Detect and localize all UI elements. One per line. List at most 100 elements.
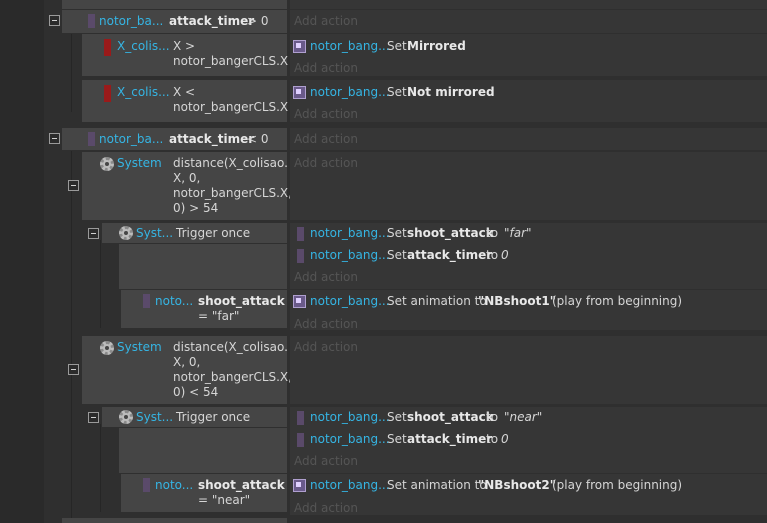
- add-action-link[interactable]: Add action: [294, 107, 358, 122]
- subevent-shoot-attack-far[interactable]: noto... shoot_attack = "far": [121, 290, 287, 328]
- condition-expression[interactable]: distance(X_colisao.: [173, 340, 288, 355]
- bottom-event-stub: [62, 518, 287, 523]
- condition-text[interactable]: Trigger once: [176, 226, 250, 241]
- action-text[interactable]: Set: [387, 432, 407, 447]
- condition-object[interactable]: Syst...: [136, 226, 173, 241]
- condition-expression[interactable]: X, 0,: [173, 171, 200, 186]
- add-action-link[interactable]: Add action: [294, 317, 358, 332]
- action-text[interactable]: Set: [387, 410, 407, 425]
- action-text[interactable]: Set: [387, 226, 407, 241]
- condition-variable[interactable]: attack_timer: [169, 132, 254, 147]
- action-value[interactable]: Mirrored: [407, 39, 466, 54]
- subevent-trigger-once[interactable]: Syst... Trigger once: [102, 223, 287, 243]
- action-object[interactable]: notor_bang...: [310, 478, 390, 493]
- event-attack-timer-lt-0[interactable]: notor_ba... attack_timer < 0: [62, 128, 287, 150]
- action-text[interactable]: Set animation to: [387, 478, 487, 493]
- action-object[interactable]: notor_bang...: [310, 85, 390, 100]
- action-text[interactable]: Set animation to: [387, 294, 487, 309]
- action-text[interactable]: (play from beginning): [552, 294, 682, 309]
- condition-object[interactable]: noto...: [155, 294, 193, 309]
- condition-object[interactable]: notor_ba...: [99, 14, 163, 29]
- condition-expression[interactable]: X <: [173, 85, 195, 100]
- add-action-link[interactable]: Add action: [294, 340, 358, 355]
- action-object[interactable]: notor_bang...: [310, 294, 390, 309]
- action-variable[interactable]: attack_timer: [407, 248, 492, 263]
- action-value[interactable]: "NBshoot1": [478, 294, 556, 309]
- action-object[interactable]: notor_bang...: [310, 248, 390, 263]
- condition-object[interactable]: noto...: [155, 478, 193, 493]
- condition-value[interactable]: = "far": [198, 309, 239, 324]
- action-text[interactable]: Set: [387, 39, 407, 54]
- action-object[interactable]: notor_bang...: [310, 226, 390, 241]
- condition-expression[interactable]: X, 0,: [173, 355, 200, 370]
- condition-value[interactable]: = "near": [198, 493, 250, 508]
- add-action-link[interactable]: Add action: [294, 132, 358, 147]
- action-text[interactable]: to: [486, 410, 498, 425]
- action-text[interactable]: (play from beginning): [552, 478, 682, 493]
- condition-expression[interactable]: 0) > 54: [173, 201, 218, 216]
- condition-expression[interactable]: notor_bangerCLS.X,: [173, 370, 292, 385]
- collapse-toggle-icon[interactable]: [49, 133, 60, 144]
- action-value[interactable]: "near": [504, 410, 542, 425]
- action-value[interactable]: "NBshoot2": [478, 478, 556, 493]
- add-action-link[interactable]: Add action: [294, 454, 358, 469]
- condition-expression[interactable]: notor_bangerCLS.X,: [173, 186, 292, 201]
- color-swatch: [297, 227, 304, 241]
- condition-object[interactable]: X_colis...: [117, 85, 170, 100]
- condition-variable[interactable]: attack_timer: [169, 14, 254, 29]
- color-swatch: [297, 433, 304, 447]
- condition-operator[interactable]: < 0: [247, 132, 269, 147]
- condition-object[interactable]: notor_ba...: [99, 132, 163, 147]
- subevent-actions: notor_bang... Set shoot_attack to "far" …: [290, 223, 767, 289]
- condition-variable[interactable]: shoot_attack: [198, 294, 285, 309]
- condition-text[interactable]: Trigger once: [176, 410, 250, 425]
- subevent-x-less[interactable]: X_colis... X < notor_bangerCLS.X: [82, 80, 288, 122]
- action-object[interactable]: notor_bang...: [310, 39, 390, 54]
- action-variable[interactable]: shoot_attack: [407, 410, 494, 425]
- color-swatch: [143, 478, 150, 492]
- action-text[interactable]: to: [486, 226, 498, 241]
- condition-object[interactable]: System: [117, 156, 162, 171]
- action-object[interactable]: notor_bang...: [310, 432, 390, 447]
- subevent-trigger-once[interactable]: Syst... Trigger once: [102, 407, 287, 427]
- action-value[interactable]: 0: [501, 248, 509, 263]
- action-text[interactable]: to: [486, 432, 498, 447]
- condition-object[interactable]: X_colis...: [117, 39, 170, 54]
- collapse-toggle-icon[interactable]: [88, 228, 99, 239]
- gear-icon: [119, 410, 133, 424]
- subevent-trigger-once-body: [119, 244, 287, 289]
- condition-expression[interactable]: X >: [173, 39, 195, 54]
- condition-operator[interactable]: > 0: [247, 14, 269, 29]
- action-object[interactable]: notor_bang...: [310, 410, 390, 425]
- condition-expression[interactable]: 0) < 54: [173, 385, 218, 400]
- event-attack-timer-gt-0[interactable]: notor_ba... attack_timer > 0: [62, 10, 287, 33]
- condition-variable[interactable]: shoot_attack: [198, 478, 285, 493]
- collapse-toggle-icon[interactable]: [49, 15, 60, 26]
- collapse-toggle-icon[interactable]: [68, 180, 79, 191]
- add-action-link[interactable]: Add action: [294, 14, 358, 29]
- condition-expression[interactable]: distance(X_colisao.: [173, 156, 288, 171]
- add-action-link[interactable]: Add action: [294, 270, 358, 285]
- action-value[interactable]: "far": [504, 226, 532, 241]
- subevent-distance-far[interactable]: System distance(X_colisao. X, 0, notor_b…: [82, 152, 292, 220]
- action-text[interactable]: to: [486, 248, 498, 263]
- collapse-toggle-icon[interactable]: [68, 364, 79, 375]
- action-value[interactable]: 0: [501, 432, 509, 447]
- event-actions: Add action: [290, 128, 767, 150]
- action-text[interactable]: Set: [387, 85, 407, 100]
- action-variable[interactable]: attack_timer: [407, 432, 492, 447]
- action-value[interactable]: Not mirrored: [407, 85, 495, 100]
- subevent-x-greater[interactable]: X_colis... X > notor_bangerCLS.X: [82, 34, 288, 76]
- condition-expression[interactable]: notor_bangerCLS.X: [173, 100, 288, 115]
- subevent-distance-near[interactable]: System distance(X_colisao. X, 0, notor_b…: [82, 336, 292, 404]
- condition-expression[interactable]: notor_bangerCLS.X: [173, 54, 288, 69]
- add-action-link[interactable]: Add action: [294, 501, 358, 516]
- collapse-toggle-icon[interactable]: [88, 412, 99, 423]
- add-action-link[interactable]: Add action: [294, 61, 358, 76]
- action-text[interactable]: Set: [387, 248, 407, 263]
- condition-object[interactable]: Syst...: [136, 410, 173, 425]
- subevent-shoot-attack-near[interactable]: noto... shoot_attack = "near": [121, 474, 287, 512]
- condition-object[interactable]: System: [117, 340, 162, 355]
- action-variable[interactable]: shoot_attack: [407, 226, 494, 241]
- add-action-link[interactable]: Add action: [294, 156, 358, 171]
